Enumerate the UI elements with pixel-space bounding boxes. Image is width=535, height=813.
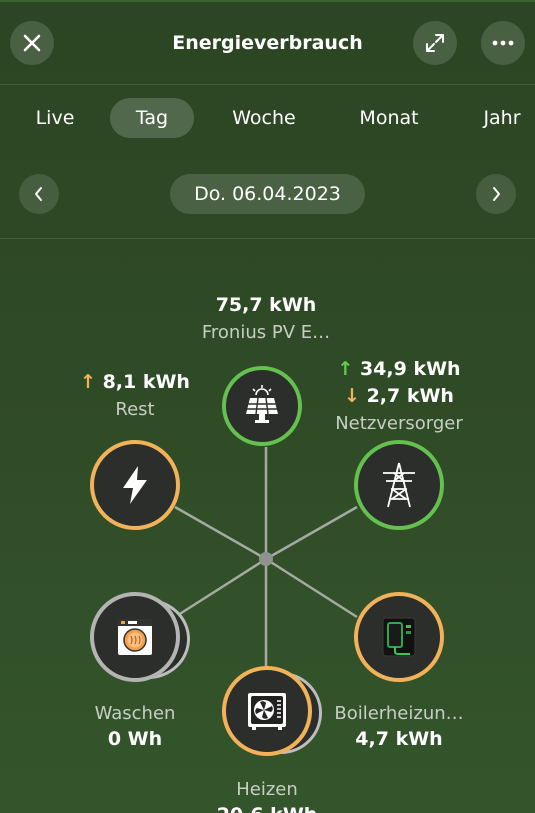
boiler-value: 4,7 kWh (355, 728, 443, 750)
heat-pump-icon (248, 693, 286, 730)
grid-export-value: 2,7 kWh (366, 385, 454, 407)
line-grid (265, 505, 358, 561)
pv-node[interactable] (222, 366, 302, 446)
boiler-node[interactable] (354, 592, 444, 682)
energy-app: Energieverbrauch Live Tag Woche Monat Ja… (0, 0, 535, 813)
washing-value: 0 Wh (107, 728, 163, 750)
grid-export-arrow: ↓ (344, 385, 360, 407)
boiler-name: Boilerheizun… (334, 703, 464, 724)
grid-import-row: ↑ 34,9 kWh (324, 358, 474, 380)
boiler-icon (382, 617, 416, 657)
power-pylon-icon (383, 462, 415, 508)
line-boiler (265, 557, 358, 619)
grid-import-value: 34,9 kWh (359, 358, 461, 380)
rest-name: Rest (115, 399, 155, 420)
energy-flow-diagram: 75,7 kWh Fronius PV E… ↑ 8,1 kWh Rest ↑ … (0, 2, 535, 813)
heating-name: Heizen (236, 779, 298, 800)
washing-name: Waschen (94, 703, 176, 724)
heating-value: 20,6 kWh (192, 804, 342, 813)
line-rest (174, 505, 267, 561)
grid-node[interactable] (354, 440, 444, 530)
heating-node[interactable] (222, 666, 312, 756)
grid-import-arrow: ↑ (337, 358, 354, 380)
rest-value: 8,1 kWh (102, 371, 190, 393)
flow-hub (259, 552, 273, 566)
washing-machine-icon (118, 619, 152, 655)
rest-arrow: ↑ (80, 371, 96, 393)
washing-node[interactable] (90, 592, 180, 682)
lightning-icon (123, 466, 147, 504)
solar-panel-icon (246, 385, 278, 423)
grid-name: Netzversorger (335, 413, 463, 434)
pv-value: 75,7 kWh (215, 294, 317, 316)
line-washing (174, 557, 267, 619)
pv-name: Fronius PV E… (201, 322, 331, 343)
rest-value-row: ↑ 8,1 kWh (60, 371, 210, 393)
rest-node[interactable] (90, 440, 180, 530)
grid-export-row: ↓ 2,7 kWh (324, 385, 474, 407)
